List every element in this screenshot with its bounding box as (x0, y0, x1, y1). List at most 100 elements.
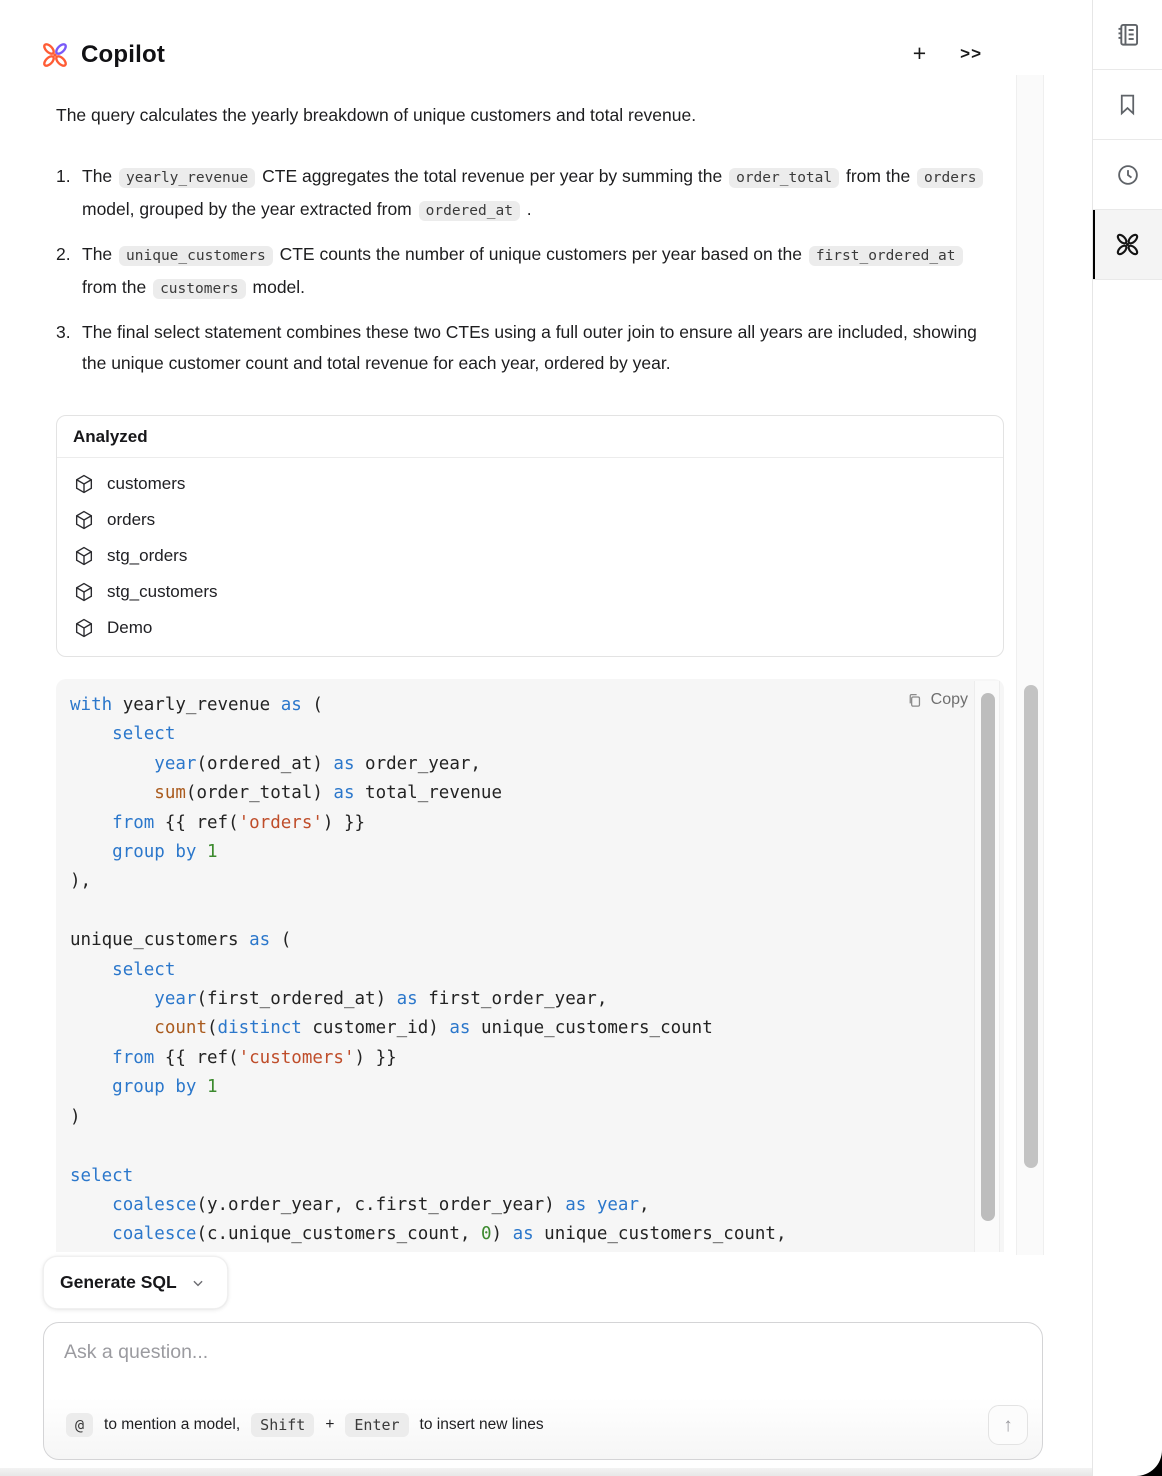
copilot-panel: Copilot + >> The query calculates the ye… (0, 0, 1162, 1476)
code-line: with yearly_revenue as ( (70, 691, 960, 720)
list-marker: 1. (56, 161, 82, 226)
hint-text: to insert new lines (420, 1416, 544, 1434)
code-token: (c.unique_customers_count, (196, 1224, 480, 1244)
code-token: ), (70, 871, 91, 891)
code-token: as (449, 1018, 470, 1038)
question-input-container: @to mention a model,Shift+Enterto insert… (43, 1322, 1043, 1460)
window-corner (1128, 1440, 1162, 1476)
new-chat-button[interactable]: + (913, 42, 926, 65)
code-token (70, 724, 112, 744)
model-name: stg_orders (107, 546, 187, 566)
code-line: coalesce(y.total_revenue, 0) as total_re… (70, 1250, 960, 1252)
code-token: sum (154, 783, 186, 803)
code-token: {{ ref( (154, 1048, 238, 1068)
code-line (70, 1132, 960, 1161)
text-segment: The (82, 166, 117, 186)
answer-steps: 1.The yearly_revenue CTE aggregates the … (56, 161, 1004, 378)
code-line (70, 897, 960, 926)
code-token: (order_total) (186, 783, 334, 803)
code-token (586, 1195, 597, 1215)
panel-scrollbar[interactable] (1016, 75, 1044, 1255)
text-segment: The final select statement combines thes… (82, 322, 977, 373)
kbd-chip: @ (66, 1413, 93, 1437)
code-token: unique_customers_count (470, 1018, 712, 1038)
code-token: as (281, 695, 302, 715)
code-scrollbar-thumb[interactable] (981, 693, 995, 1221)
inline-code-chip: unique_customers (119, 246, 273, 266)
code-token (70, 1018, 154, 1038)
analyzed-model-row[interactable]: orders (57, 502, 1003, 538)
code-token: select (112, 724, 175, 744)
code-line: from {{ ref('customers') }} (70, 1044, 960, 1073)
code-token: ( (207, 1018, 218, 1038)
code-token: as (565, 1195, 586, 1215)
code-token (70, 1195, 112, 1215)
analyzed-model-row[interactable]: stg_orders (57, 538, 1003, 574)
code-token (70, 754, 154, 774)
code-token: as (397, 989, 418, 1009)
inline-code-chip: first_ordered_at (809, 246, 963, 266)
code-token: with (70, 695, 112, 715)
code-token: order_year, (355, 754, 481, 774)
code-token: ) (491, 1224, 512, 1244)
code-token: ) }} (355, 1048, 397, 1068)
code-token (70, 989, 154, 1009)
model-name: orders (107, 510, 155, 530)
text-segment: CTE aggregates the total revenue per yea… (257, 166, 727, 186)
code-line: coalesce(y.order_year, c.first_order_yea… (70, 1191, 960, 1220)
brand: Copilot (40, 40, 165, 70)
code-scrollbar[interactable] (974, 681, 1000, 1252)
chevron-down-icon (191, 1276, 205, 1290)
code-line: ) (70, 1103, 960, 1132)
cube-icon (73, 617, 95, 639)
code-token: year (597, 1195, 639, 1215)
code-token: from (112, 813, 154, 833)
sidebar-item-history[interactable] (1093, 140, 1162, 210)
code-line: group by 1 (70, 1073, 960, 1102)
code-token: 1 (207, 842, 218, 862)
generate-sql-button[interactable]: Generate SQL (43, 1256, 228, 1309)
analyzed-model-list: customers orders stg_orders stg_customersDe… (57, 458, 1003, 656)
sidebar-item-outline[interactable] (1093, 0, 1162, 70)
analyzed-model-row[interactable]: customers (57, 466, 1003, 502)
code-token: as (333, 754, 354, 774)
code-token (70, 960, 112, 980)
panel-scrollbar-thumb[interactable] (1024, 685, 1038, 1168)
copy-code-button[interactable]: Copy (906, 691, 968, 709)
code-token (70, 1077, 112, 1097)
text-segment: CTE counts the number of unique customer… (275, 244, 807, 264)
inline-code-chip: orders (917, 168, 983, 188)
inline-code-chip: customers (153, 279, 246, 299)
code-token: (y.order_year, c.first_order_year) (196, 1195, 565, 1215)
chat-content: The query calculates the yearly breakdow… (56, 100, 1004, 1252)
analyzed-model-row[interactable]: stg_customers (57, 574, 1003, 610)
code-token: group by (112, 1077, 196, 1097)
text-segment: . (522, 199, 532, 219)
code-token (70, 1224, 112, 1244)
page-title: Copilot (81, 41, 165, 69)
code-token: {{ ref( (154, 813, 238, 833)
list-item: 3.The final select statement combines th… (56, 317, 1004, 378)
code-token: select (70, 1166, 133, 1186)
code-token: first_order_year, (418, 989, 608, 1009)
text-segment: from the (841, 166, 915, 186)
code-line: select (70, 956, 960, 985)
question-input[interactable] (64, 1341, 1004, 1364)
code-token: select (112, 960, 175, 980)
code-token: 'customers' (239, 1048, 355, 1068)
kbd-chip: Shift (251, 1413, 314, 1437)
panel-header: Copilot + >> (0, 0, 1092, 90)
send-button[interactable]: ↑ (988, 1405, 1028, 1445)
collapse-panel-button[interactable]: >> (960, 45, 982, 62)
sidebar-item-copilot[interactable] (1093, 210, 1162, 280)
cube-icon (73, 473, 95, 495)
code-token (196, 1077, 207, 1097)
sidebar-spacer (1093, 280, 1162, 350)
analyzed-model-row[interactable]: Demo (57, 610, 1003, 646)
cube-icon (73, 581, 95, 603)
code-token: as (513, 1224, 534, 1244)
sidebar-item-bookmarks[interactable] (1093, 70, 1162, 140)
kbd-chip: Enter (345, 1413, 408, 1437)
copy-icon (906, 692, 923, 709)
code-token: 1 (207, 1077, 218, 1097)
